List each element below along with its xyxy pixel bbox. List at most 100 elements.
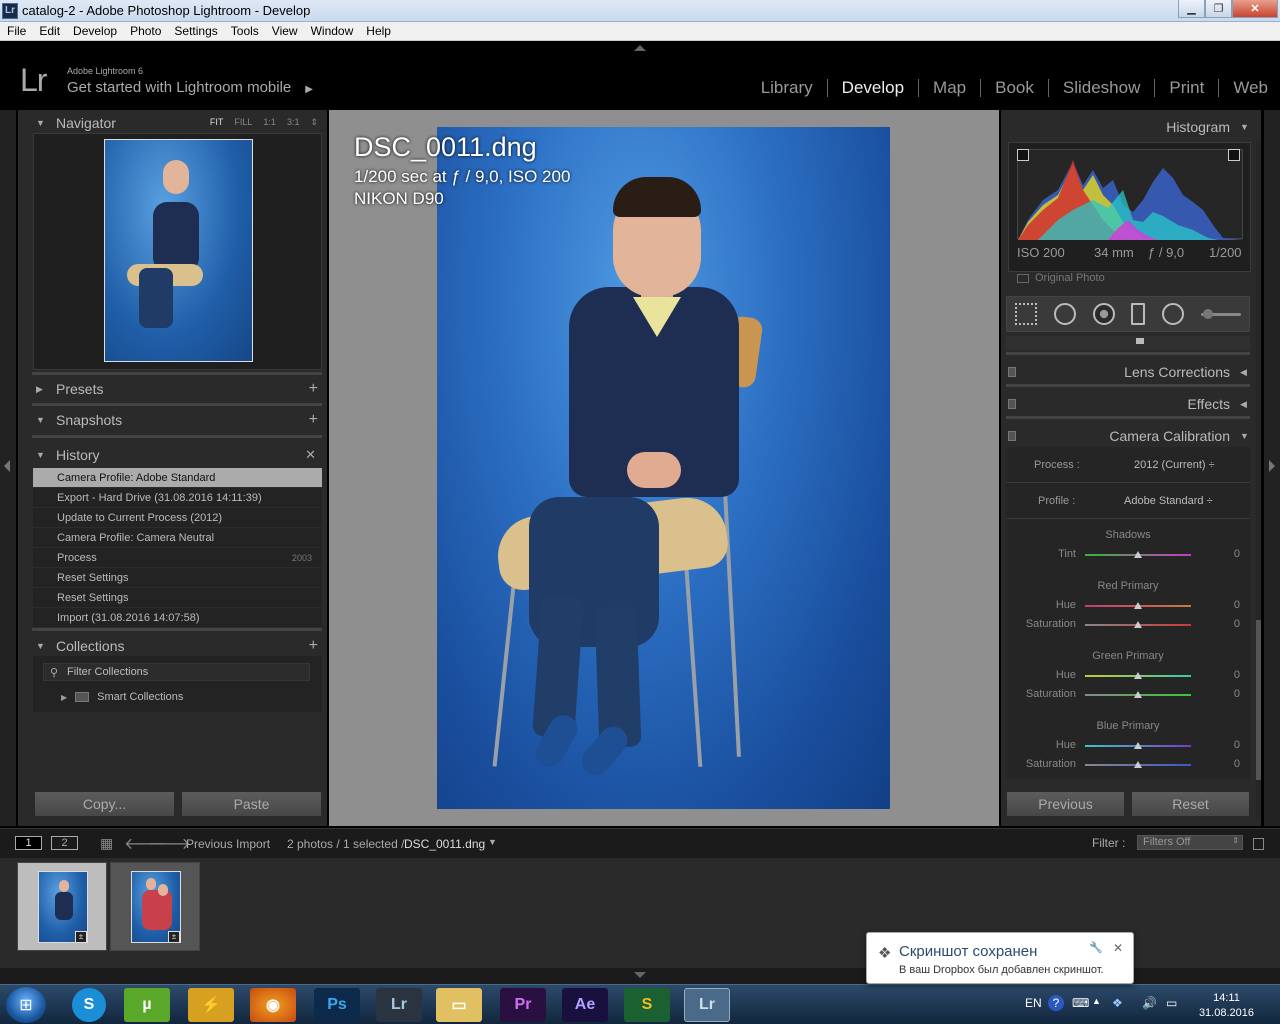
histogram-header[interactable]: Histogram ▼ (1006, 116, 1250, 138)
history-header[interactable]: ▼ History ✕ (32, 444, 322, 466)
history-item[interactable]: Reset Settings (33, 568, 322, 588)
chevron-down-icon[interactable]: ▼ (488, 837, 497, 847)
lightroom-taskbar-icon[interactable]: Lr (376, 988, 422, 1022)
module-develop[interactable]: Develop (828, 78, 918, 98)
premiere-icon[interactable]: Pr (500, 988, 546, 1022)
language-indicator[interactable]: EN (1025, 996, 1042, 1010)
add-snapshot-icon[interactable]: + (309, 411, 318, 429)
filter-select[interactable]: Filters Off ⇕ (1137, 835, 1243, 850)
grid-view-icon[interactable]: ▦ (100, 835, 113, 852)
navigator-thumbnail[interactable] (104, 139, 253, 362)
zoom-stepper-icon[interactable]: ⇕ (310, 117, 318, 128)
blue-saturation-value[interactable]: 0 (1224, 758, 1240, 770)
secondary-window-button[interactable]: 2 (51, 836, 78, 850)
module-map[interactable]: Map (919, 78, 980, 98)
histogram[interactable]: ISO 200 34 mm ƒ / 9,0 1/200 Original Pho… (1008, 142, 1251, 284)
green-hue-value[interactable]: 0 (1224, 669, 1240, 681)
process-select[interactable]: 2012 (Current) ÷ (1134, 459, 1215, 471)
history-item[interactable]: Update to Current Process (2012) (33, 508, 322, 528)
module-web[interactable]: Web (1219, 78, 1280, 98)
app-icon[interactable]: S (624, 988, 670, 1022)
slider-thumb[interactable] (1134, 742, 1142, 749)
add-collection-icon[interactable]: + (309, 637, 318, 655)
menu-develop[interactable]: Develop (66, 24, 123, 38)
panel-switch-icon[interactable] (1008, 431, 1016, 441)
right-panel-scrollbar[interactable] (1256, 140, 1261, 820)
radial-filter-tool-icon[interactable] (1161, 303, 1184, 325)
nav-3-1[interactable]: 3:1 (287, 117, 300, 128)
history-item[interactable]: Process 2003 (33, 548, 322, 568)
blue-saturation-slider[interactable] (1085, 761, 1191, 768)
mobile-promo[interactable]: Get started with Lightroom mobile ▶ (67, 79, 313, 96)
aftereffects-icon[interactable]: Ae (562, 988, 608, 1022)
forward-arrow-icon[interactable]: 🡒 (148, 833, 191, 854)
primary-window-button[interactable]: 1 (15, 836, 42, 850)
slider-thumb[interactable] (1134, 691, 1142, 698)
clock[interactable]: 14:11 31.08.2016 (1199, 991, 1254, 1021)
effects-header[interactable]: Effects ◀ (1006, 393, 1250, 415)
close-notification-icon[interactable]: ✕ (1113, 941, 1123, 955)
menu-file[interactable]: File (0, 24, 32, 38)
dropbox-notification[interactable]: ❖ Скриншот сохранен В ваш Dropbox был до… (866, 932, 1134, 984)
paste-button[interactable]: Paste (181, 791, 322, 817)
utorrent-icon[interactable]: µ (124, 988, 170, 1022)
explorer-icon[interactable]: ▭ (436, 988, 482, 1022)
graduated-filter-tool-icon[interactable] (1131, 303, 1146, 325)
slider-thumb[interactable] (1134, 621, 1142, 628)
collections-header[interactable]: ▼ Collections + (32, 635, 322, 657)
dropbox-icon[interactable]: ❖ (1112, 996, 1123, 1010)
highlight-clipping-indicator[interactable] (1228, 149, 1240, 161)
menu-window[interactable]: Window (304, 24, 360, 38)
lens-corrections-header[interactable]: Lens Corrections ◀ (1006, 361, 1250, 383)
shadows-tint-value[interactable]: 0 (1224, 548, 1240, 560)
show-hidden-icons-icon[interactable]: ▲ (1092, 996, 1101, 1006)
presets-header[interactable]: ▶ Presets + (32, 378, 322, 400)
help-icon[interactable]: ? (1048, 995, 1064, 1011)
slider-thumb[interactable] (1134, 551, 1142, 558)
maximize-button[interactable]: ❐ (1205, 0, 1232, 18)
nav-1-1[interactable]: 1:1 (263, 117, 276, 128)
red-hue-slider[interactable] (1085, 602, 1191, 609)
red-saturation-value[interactable]: 0 (1224, 618, 1240, 630)
menu-tools[interactable]: Tools (224, 24, 265, 38)
photoshop-icon[interactable]: Ps (314, 988, 360, 1022)
filter-collections-input[interactable]: ⚲ Filter Collections (43, 663, 310, 681)
menu-edit[interactable]: Edit (32, 24, 66, 38)
collapse-top-panel-icon[interactable] (634, 45, 646, 51)
network-icon[interactable]: ▭ (1166, 996, 1177, 1010)
firefox-icon[interactable]: ◉ (250, 988, 296, 1022)
red-saturation-slider[interactable] (1085, 621, 1191, 628)
snapshots-header[interactable]: ▼ Snapshots + (32, 409, 322, 431)
spot-removal-tool-icon[interactable] (1053, 303, 1076, 325)
green-hue-slider[interactable] (1085, 672, 1191, 679)
winamp-icon[interactable]: ⚡ (188, 988, 234, 1022)
lightroom-active-taskbar-icon[interactable]: Lr (684, 988, 730, 1022)
scrollbar-thumb[interactable] (1256, 620, 1261, 780)
clear-history-icon[interactable]: ✕ (305, 447, 316, 463)
adjustment-brush-tool-icon[interactable] (1200, 308, 1241, 319)
menu-photo[interactable]: Photo (123, 24, 167, 38)
collapse-bottom-panel-icon[interactable] (634, 972, 646, 978)
red-hue-value[interactable]: 0 (1224, 599, 1240, 611)
nav-fill[interactable]: FILL (234, 117, 252, 128)
add-preset-icon[interactable]: + (309, 380, 318, 398)
skype-icon[interactable]: S (72, 988, 106, 1022)
panel-switch-icon[interactable] (1008, 367, 1016, 377)
navigator-header[interactable]: ▼ Navigator FIT FILL 1:1 3:1 ⇕ (32, 112, 322, 134)
copy-button[interactable]: Copy... (34, 791, 175, 817)
crop-tool-icon[interactable] (1015, 303, 1038, 325)
panel-switch-icon[interactable] (1008, 399, 1016, 409)
original-photo-toggle[interactable]: Original Photo (1017, 272, 1105, 284)
history-item[interactable]: Reset Settings (33, 588, 322, 608)
reset-button[interactable]: Reset (1131, 791, 1250, 817)
filter-lock-icon[interactable] (1253, 838, 1264, 850)
pin-icon[interactable]: 🔧 (1089, 941, 1103, 954)
filmstrip-filename[interactable]: DSC_0011.dng (404, 837, 485, 851)
slider-thumb[interactable] (1134, 761, 1142, 768)
module-slideshow[interactable]: Slideshow (1049, 78, 1155, 98)
close-button[interactable]: ✕ (1232, 0, 1278, 18)
filmstrip-thumbnail[interactable]: ± (17, 862, 107, 951)
start-button[interactable]: ⊞ (6, 987, 46, 1023)
shadow-clipping-indicator[interactable] (1017, 149, 1029, 161)
camera-calibration-header[interactable]: Camera Calibration ▼ (1006, 425, 1250, 447)
